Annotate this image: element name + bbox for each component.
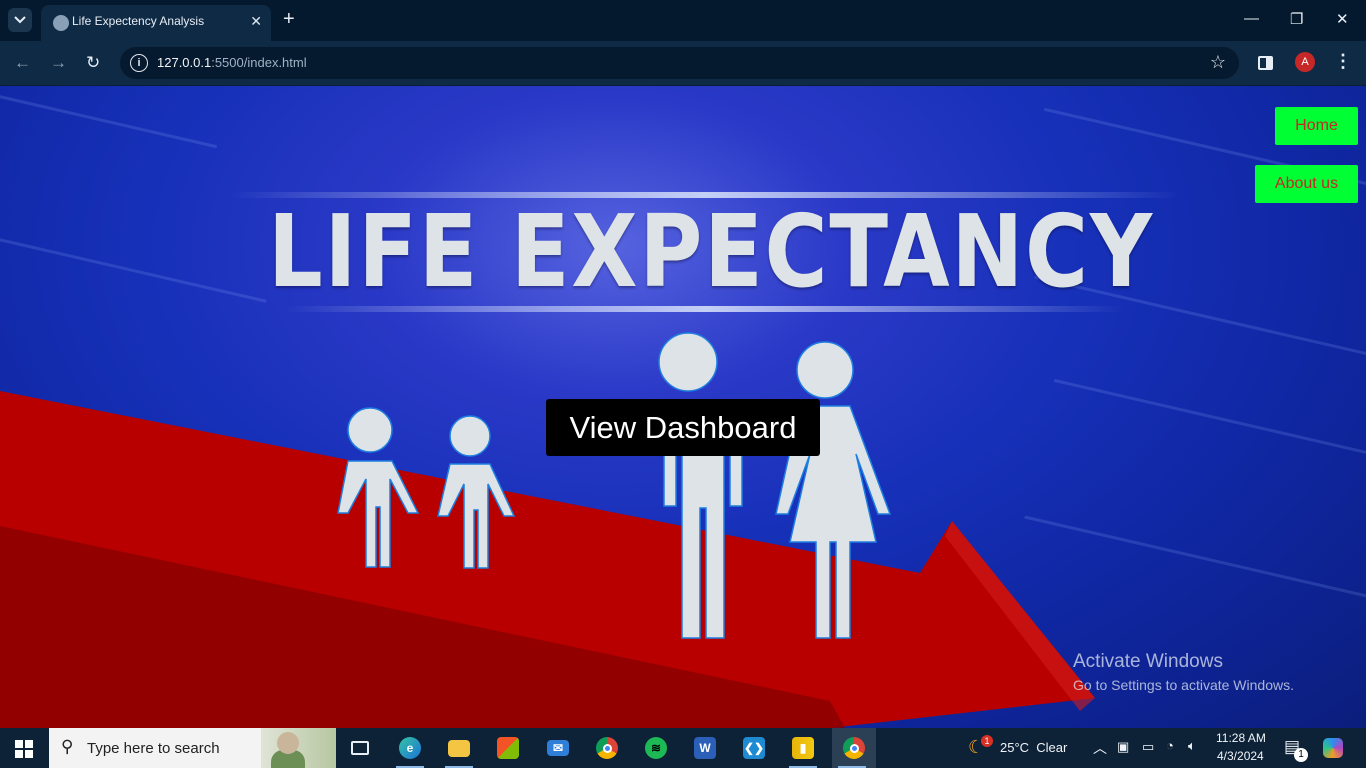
spotify-icon[interactable]: ≋: [636, 728, 676, 768]
url-text[interactable]: 127.0.0.1:5500/index.html: [157, 55, 307, 70]
task-view-icon[interactable]: [340, 728, 380, 768]
new-tab-button[interactable]: +: [283, 9, 295, 29]
edge-icon[interactable]: e: [390, 728, 430, 768]
side-panel-icon[interactable]: [1258, 56, 1273, 70]
meet-now-icon[interactable]: ▣: [1117, 739, 1129, 755]
notification-count-badge: 1: [1294, 748, 1308, 762]
home-button[interactable]: Home: [1275, 107, 1358, 145]
windows-taskbar: ⚲ Type here to search e ✉ ≋ W ❮❯ ▮ ☾ 1 2…: [0, 728, 1366, 768]
battery-icon[interactable]: ▭: [1142, 739, 1154, 755]
show-hidden-icons-chevron-icon[interactable]: ︿: [1093, 738, 1107, 758]
menu-kebab-icon[interactable]: ⋮: [1334, 51, 1352, 72]
vscode-icon[interactable]: ❮❯: [734, 728, 774, 768]
watermark-title: Activate Windows: [1073, 651, 1223, 672]
restore-icon[interactable]: ❐: [1290, 10, 1303, 28]
activate-windows-watermark: Activate Windows Go to Settings to activ…: [1073, 651, 1294, 693]
forward-arrow-icon[interactable]: →: [50, 53, 67, 73]
weather-text: 25°C Clear: [1000, 740, 1068, 755]
windows-start-icon[interactable]: [15, 740, 33, 758]
browser-tab[interactable]: Life Expectency Analysis ✕: [41, 5, 271, 41]
taskbar-search-box[interactable]: ⚲ Type here to search: [49, 728, 336, 768]
back-arrow-icon[interactable]: ←: [14, 53, 31, 73]
globe-icon: [53, 15, 69, 31]
tab-title: Life Expectency Analysis: [72, 14, 205, 28]
browser-tab-strip: Life Expectency Analysis ✕ + — ❐ ✕: [0, 0, 1366, 41]
file-explorer-icon[interactable]: [439, 728, 479, 768]
clock-time: 11:28 AM: [1216, 731, 1266, 745]
bookmark-star-icon[interactable]: ☆: [1210, 52, 1226, 73]
volume-icon[interactable]: 🔈︎: [1188, 738, 1196, 754]
profile-avatar[interactable]: A: [1295, 52, 1315, 72]
search-highlight-art: [261, 728, 336, 768]
wifi-icon[interactable]: ◔: [1166, 738, 1174, 753]
hero-section: LIFE EXPECTANCY Home About us View Dashb…: [0, 86, 1366, 728]
chevron-down-icon: [14, 16, 26, 24]
close-tab-icon[interactable]: ✕: [250, 13, 262, 30]
search-icon: ⚲: [61, 737, 74, 756]
copilot-icon[interactable]: [1323, 738, 1343, 758]
microsoft-store-icon[interactable]: [488, 728, 528, 768]
child-two-head: [449, 415, 491, 457]
watermark-subtitle: Go to Settings to activate Windows.: [1073, 677, 1294, 693]
father-head: [658, 332, 718, 392]
chrome-profile-icon[interactable]: [832, 728, 876, 768]
chrome-icon[interactable]: [587, 728, 627, 768]
search-placeholder: Type here to search: [87, 740, 220, 757]
reload-icon[interactable]: ↻: [86, 53, 100, 73]
browser-toolbar: ← → ↻ i 127.0.0.1:5500/index.html ☆ A ⋮: [0, 41, 1366, 86]
minimize-icon[interactable]: —: [1244, 10, 1259, 27]
tab-search-button[interactable]: [8, 8, 32, 32]
mother-head: [796, 341, 854, 399]
close-window-icon[interactable]: ✕: [1336, 10, 1349, 28]
power-bi-icon[interactable]: ▮: [783, 728, 823, 768]
child-one-head: [347, 407, 393, 453]
clock-date: 4/3/2024: [1217, 749, 1264, 763]
view-dashboard-button[interactable]: View Dashboard: [546, 399, 820, 456]
about-us-button[interactable]: About us: [1255, 165, 1358, 203]
address-bar[interactable]: i 127.0.0.1:5500/index.html ☆: [120, 47, 1239, 79]
site-info-icon[interactable]: i: [130, 54, 148, 72]
mail-icon[interactable]: ✉: [538, 728, 578, 768]
word-icon[interactable]: W: [685, 728, 725, 768]
weather-badge: 1: [981, 735, 993, 747]
